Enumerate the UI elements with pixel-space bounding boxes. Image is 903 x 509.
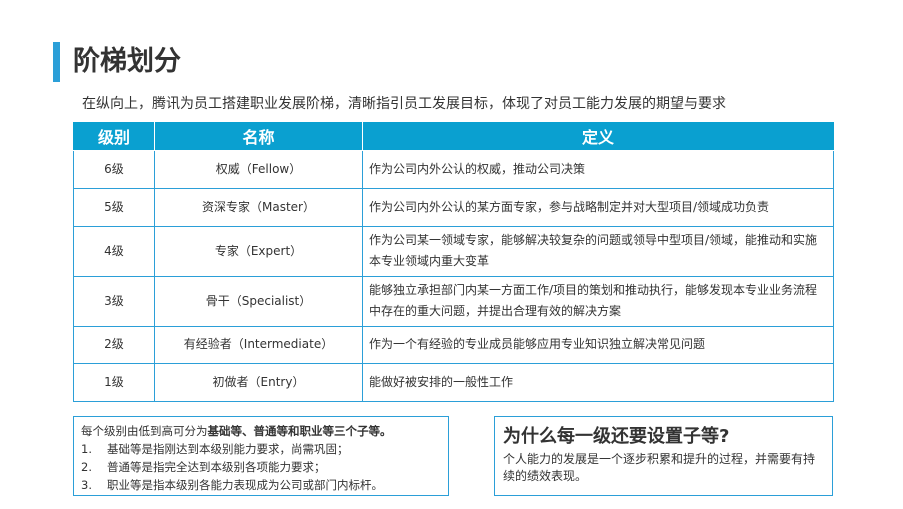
- list-item: 3. 职业等是指本级别各能力表现成为公司或部门内标杆。: [81, 476, 441, 494]
- career-ladder-table: 级别 名称 定义 6级 权威（Fellow） 作为公司内外公认的权威，推动公司决…: [73, 122, 834, 402]
- page-subtitle: 在纵向上，腾讯为员工搭建职业发展阶梯，清晰指引员工发展目标，体现了对员工能力发展…: [82, 96, 726, 112]
- sub-grade-intro: 每个级别由低到高可分为基础等、普通等和职业等三个子等。: [81, 422, 441, 440]
- column-header-definition: 定义: [362, 122, 834, 151]
- sub-grade-intro-emphasis: 基础等、普通等和职业等三个子等。: [207, 424, 392, 438]
- sub-grade-intro-text: 每个级别由低到高可分为: [81, 424, 208, 438]
- cell-level: 4级: [73, 225, 155, 277]
- why-answer-text: 个人能力的发展是一个逐步积累和提升的过程，并需要有持续的绩效表现。: [503, 452, 816, 483]
- sub-grade-notes-box: 每个级别由低到高可分为基础等、普通等和职业等三个子等。 1. 基础等是指刚达到本级…: [73, 416, 449, 496]
- cell-level: 3级: [73, 275, 155, 327]
- column-header-level: 级别: [73, 122, 155, 151]
- list-item-text: 职业等是指本级别各能力表现成为公司或部门内标杆。: [107, 478, 383, 492]
- why-sub-grades-box: 为什么每一级还要设置子等? 个人能力的发展是一个逐步积累和提升的过程，并需要有持…: [494, 416, 833, 496]
- table-header-row: 级别 名称 定义: [73, 122, 834, 151]
- cell-definition: 能做好被安排的一般性工作: [362, 362, 834, 402]
- page-title: 阶梯划分: [73, 46, 181, 77]
- table-row: 6级 权威（Fellow） 作为公司内外公认的权威，推动公司决策: [73, 149, 834, 189]
- cell-name: 骨干（Specialist）: [154, 275, 363, 327]
- cell-definition: 作为公司内外公认的某方面专家，参与战略制定并对大型项目/领域成功负责: [362, 187, 834, 227]
- table-row: 2级 有经验者（Intermediate） 作为一个有经验的专业成员能够应用专业…: [73, 325, 834, 364]
- list-item: 2. 普通等是指完全达到本级别各项能力要求；: [81, 458, 441, 476]
- cell-name: 专家（Expert）: [154, 225, 363, 277]
- table-row: 4级 专家（Expert） 作为公司某一领域专家，能够解决较复杂的问题或领导中型…: [73, 225, 834, 277]
- list-item-number: 2.: [81, 460, 92, 474]
- table-row: 1级 初做者（Entry） 能做好被安排的一般性工作: [73, 362, 834, 402]
- cell-level: 2级: [73, 325, 155, 364]
- list-item-number: 3.: [81, 478, 92, 492]
- cell-name: 权威（Fellow）: [154, 149, 363, 189]
- column-header-name: 名称: [154, 122, 363, 151]
- list-item: 1. 基础等是指刚达到本级别能力要求，尚需巩固；: [81, 440, 441, 458]
- table-row: 5级 资深专家（Master） 作为公司内外公认的某方面专家，参与战略制定并对大…: [73, 187, 834, 227]
- cell-definition: 作为公司内外公认的权威，推动公司决策: [362, 149, 834, 189]
- cell-level: 5级: [73, 187, 155, 227]
- cell-level: 1级: [73, 362, 155, 402]
- table-row: 3级 骨干（Specialist） 能够独立承担部门内某一方面工作/项目的策划和…: [73, 275, 834, 327]
- cell-name: 初做者（Entry）: [154, 362, 363, 402]
- cell-name: 资深专家（Master）: [154, 187, 363, 227]
- list-item-number: 1.: [81, 442, 92, 456]
- why-question-heading: 为什么每一级还要设置子等?: [503, 426, 730, 447]
- cell-level: 6级: [73, 149, 155, 189]
- title-accent-bar: [53, 42, 60, 82]
- cell-definition: 作为公司某一领域专家，能够解决较复杂的问题或领导中型项目/领域，能推动和实施本专…: [362, 225, 834, 277]
- cell-definition: 能够独立承担部门内某一方面工作/项目的策划和推动执行，能够发现本专业业务流程中存…: [362, 275, 834, 327]
- list-item-text: 普通等是指完全达到本级别各项能力要求；: [107, 460, 326, 474]
- cell-definition: 作为一个有经验的专业成员能够应用专业知识独立解决常见问题: [362, 325, 834, 364]
- list-item-text: 基础等是指刚达到本级别能力要求，尚需巩固；: [107, 442, 349, 456]
- cell-name: 有经验者（Intermediate）: [154, 325, 363, 364]
